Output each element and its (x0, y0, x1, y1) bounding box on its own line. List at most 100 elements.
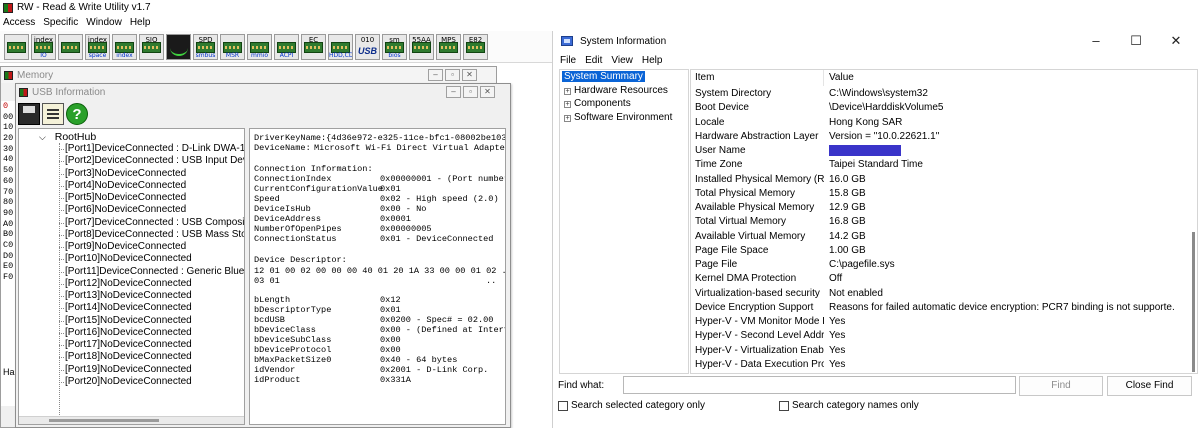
pci-icon[interactable] (4, 33, 29, 60)
si-menu-view[interactable]: View (611, 55, 633, 66)
mps-icon[interactable]: MPS (436, 33, 461, 60)
si-list-row[interactable]: Installed Physical Memory (RAM) 16.0 GB (691, 173, 1174, 187)
tree-port-item[interactable]: [Port10]NoDeviceConnected (59, 253, 244, 265)
find-button[interactable]: Find (1019, 376, 1103, 396)
checkbox-box[interactable] (558, 400, 568, 411)
si-list-row[interactable]: User Name (691, 144, 1174, 158)
si-list-row[interactable]: Page File C:\pagefile.sys (691, 258, 1174, 272)
tree-port-item[interactable]: [Port5]NoDeviceConnected (59, 192, 244, 204)
expand-plus-icon[interactable]: + (564, 101, 571, 108)
si-list-row[interactable]: Boot Device \Device\HarddiskVolume5 (691, 101, 1174, 115)
column-header-item[interactable]: Item (691, 70, 824, 86)
tree-port-item[interactable]: [Port8]DeviceConnected : USB Mass Stor (59, 229, 244, 241)
usb-titlebar[interactable]: USB Information (16, 84, 510, 101)
si-menu-file[interactable]: File (560, 55, 576, 66)
si-list-row[interactable]: Hyper-V - VM Monitor Mode E... Yes (691, 315, 1174, 329)
si-list-row[interactable]: Device Encryption Support Reasons for fai… (691, 301, 1174, 315)
column-header-value[interactable]: Value (824, 70, 854, 86)
si-tree-node[interactable]: System Summary (560, 70, 688, 84)
spd-smbus-icon[interactable]: SPD smbus (193, 33, 218, 60)
si-titlebar[interactable]: System Information – ☐ ✕ (553, 31, 1200, 51)
index-io-icon[interactable]: index IO (31, 33, 56, 60)
rw-menu-help[interactable]: Help (130, 17, 151, 28)
si-list-row[interactable]: Time Zone Taipei Standard Time (691, 158, 1174, 172)
rw-menu-access[interactable]: Access (3, 17, 35, 28)
si-list-row[interactable]: Locale Hong Kong SAR (691, 116, 1174, 130)
minimize-icon[interactable]: – (428, 69, 443, 81)
usb-device-tree[interactable]: ⌵ RootHub [Port1]DeviceConnected : D-Lin… (18, 128, 245, 425)
tree-root-node[interactable]: ⌵ RootHub (39, 131, 96, 143)
tree-port-item[interactable]: [Port19]NoDeviceConnected (59, 364, 244, 376)
smbios-icon[interactable]: sm bios (382, 33, 407, 60)
index-data-icon[interactable]: index (112, 33, 137, 60)
si-tree-node[interactable]: + Hardware Resources (560, 84, 688, 98)
tree-port-item[interactable]: [Port18]NoDeviceConnected (59, 351, 244, 363)
si-list-row[interactable]: Hyper-V - Virtualization Enable... Yes (691, 344, 1174, 358)
si-list-row[interactable]: Hyper-V - Data Execution Prote... Yes (691, 358, 1174, 372)
tree-port-item[interactable]: [Port20]NoDeviceConnected (59, 376, 244, 388)
memory-icon[interactable] (58, 33, 83, 60)
search-category-names-checkbox[interactable]: Search category names only (779, 400, 919, 411)
chevron-down-icon[interactable]: ⌵ (39, 132, 46, 143)
tree-port-item[interactable]: [Port4]NoDeviceConnected (59, 180, 244, 192)
55aa-icon[interactable]: 55AA (409, 33, 434, 60)
tree-port-item[interactable]: [Port1]DeviceConnected : D-Link DWA-192 (59, 143, 244, 155)
si-vertical-scrollbar[interactable] (1190, 86, 1197, 373)
minimize-icon[interactable]: – (1076, 33, 1116, 49)
si-menu-help[interactable]: Help (642, 55, 663, 66)
expand-plus-icon[interactable]: + (564, 87, 571, 95)
maximize-icon[interactable]: ▫ (445, 69, 460, 81)
si-list-row[interactable]: Total Virtual Memory 16.8 GB (691, 215, 1174, 229)
expand-plus-icon[interactable]: + (564, 114, 571, 122)
save-disk-icon[interactable] (18, 103, 40, 125)
report-edit-icon[interactable] (42, 103, 64, 125)
sio-icon[interactable]: SIO (139, 33, 164, 60)
memory-titlebar[interactable]: Memory (1, 67, 496, 83)
waveform-icon[interactable] (166, 33, 191, 60)
scrollbar-thumb[interactable] (1192, 232, 1195, 372)
maximize-icon[interactable]: ☐ (1116, 33, 1156, 49)
hdd-icon[interactable]: HDD,CD (328, 33, 353, 60)
close-icon[interactable]: ✕ (1156, 33, 1196, 49)
close-find-button[interactable]: Close Find (1107, 376, 1192, 396)
tree-port-item[interactable]: [Port17]NoDeviceConnected (59, 339, 244, 351)
tree-port-item[interactable]: [Port7]DeviceConnected : USB Composite (59, 217, 244, 229)
tree-port-item[interactable]: [Port6]NoDeviceConnected (59, 204, 244, 216)
close-icon[interactable]: ✕ (480, 86, 495, 98)
tree-port-item[interactable]: [Port2]DeviceConnected : USB Input Devic (59, 155, 244, 167)
tree-port-item[interactable]: [Port16]NoDeviceConnected (59, 327, 244, 339)
find-what-input[interactable] (623, 376, 1016, 394)
search-selected-category-checkbox[interactable]: Search selected category only (558, 400, 705, 411)
help-icon[interactable]: ? (66, 103, 88, 125)
si-list-row[interactable]: Virtualization-based security Not enabled (691, 287, 1174, 301)
tree-port-item[interactable]: [Port9]NoDeviceConnected (59, 241, 244, 253)
tree-port-item[interactable]: [Port15]NoDeviceConnected (59, 315, 244, 327)
tree-port-item[interactable]: [Port11]DeviceConnected : Generic Bluetc (59, 266, 244, 278)
checkbox-box[interactable] (779, 400, 789, 411)
scrollbar-thumb[interactable] (49, 419, 159, 422)
si-tree-node[interactable]: + Software Environment (560, 111, 688, 125)
tree-port-item[interactable]: [Port3]NoDeviceConnected (59, 168, 244, 180)
tree-horizontal-scrollbar[interactable] (19, 416, 244, 424)
mmio-icon[interactable]: mmio (247, 33, 272, 60)
rw-menu-specific[interactable]: Specific (43, 17, 78, 28)
si-list-row[interactable]: Hardware Abstraction Layer Version = "10.… (691, 130, 1174, 144)
si-list-row[interactable]: System Directory C:\Windows\system32 (691, 87, 1174, 101)
tree-port-item[interactable]: [Port13]NoDeviceConnected (59, 290, 244, 302)
acpi-icon[interactable]: ACPI (274, 33, 299, 60)
minimize-icon[interactable]: – (446, 86, 461, 98)
si-list-row[interactable]: Available Physical Memory 12.9 GB (691, 201, 1174, 215)
close-icon[interactable]: ✕ (462, 69, 477, 81)
si-list-row[interactable]: Hyper-V - Second Level Addres... Yes (691, 329, 1174, 343)
msr-icon[interactable]: MSR (220, 33, 245, 60)
si-list-row[interactable]: Total Physical Memory 15.8 GB (691, 187, 1174, 201)
maximize-icon[interactable]: ▫ (463, 86, 478, 98)
si-list-row[interactable]: Page File Space 1.00 GB (691, 244, 1174, 258)
si-list-row[interactable]: Available Virtual Memory 14.2 GB (691, 230, 1174, 244)
ec-icon[interactable]: EC (301, 33, 326, 60)
usb-icon[interactable]: USB 010 (355, 33, 380, 60)
rw-menu-window[interactable]: Window (86, 17, 122, 28)
si-menu-edit[interactable]: Edit (585, 55, 602, 66)
tree-port-item[interactable]: [Port12]NoDeviceConnected (59, 278, 244, 290)
si-list-row[interactable]: Kernel DMA Protection Off (691, 272, 1174, 286)
